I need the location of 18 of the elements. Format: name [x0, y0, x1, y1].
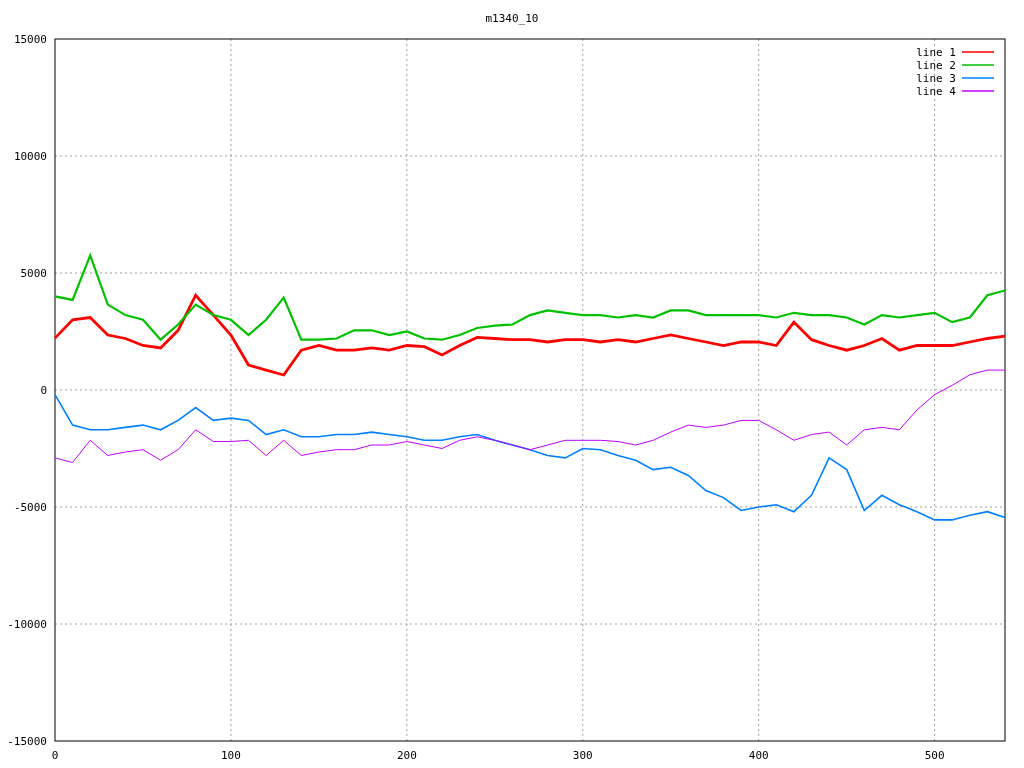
y-tick-label: 5000 [20, 267, 47, 280]
y-tick-label: -15000 [7, 735, 47, 748]
y-tick-label: -5000 [13, 501, 47, 514]
x-tick-label: 0 [51, 749, 59, 762]
chart-title: m1340_10 [485, 12, 539, 25]
y-tick-label: 10000 [13, 150, 47, 163]
legend-label: line 4 [916, 85, 956, 98]
legend-label: line 2 [916, 59, 956, 72]
legend-label: line 3 [916, 72, 956, 85]
y-tick-label: 0 [40, 384, 47, 397]
x-tick-label: 500 [924, 749, 945, 762]
x-tick-label: 300 [572, 749, 593, 762]
legend-label: line 1 [916, 46, 956, 59]
y-tick-label: -10000 [7, 618, 47, 631]
x-tick-label: 100 [221, 749, 241, 762]
x-tick-label: 200 [396, 749, 417, 762]
x-tick-label: 400 [748, 749, 769, 762]
y-tick-label: 15000 [13, 33, 47, 46]
